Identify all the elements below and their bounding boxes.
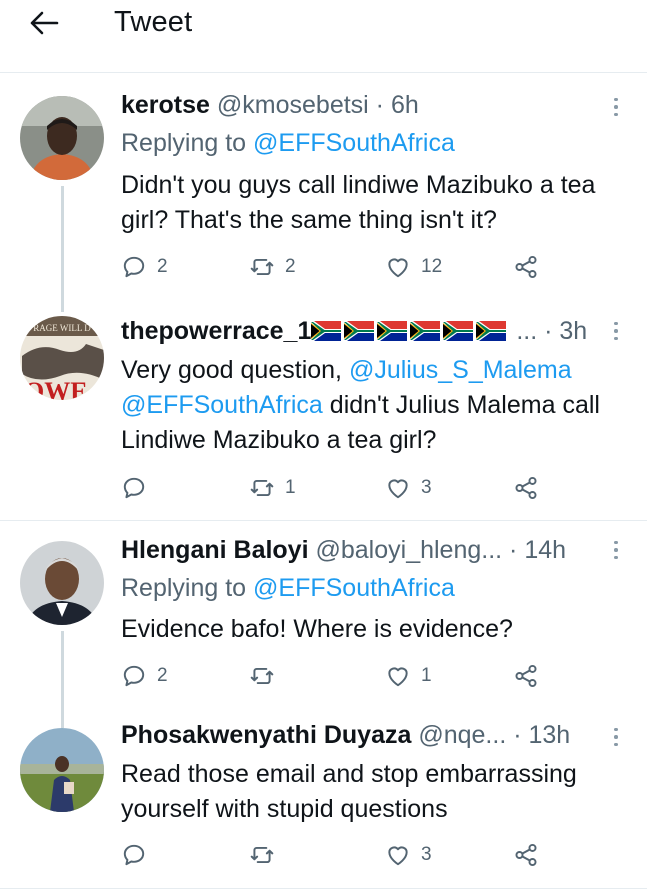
reply-icon [123, 665, 145, 687]
reply-button[interactable]: 2 [121, 661, 168, 691]
mention-link[interactable]: @EFFSouthAfrica [121, 391, 323, 419]
replying-to: Replying to @EFFSouthAfrica [121, 129, 455, 157]
tweet-actions: 1 3 [121, 473, 561, 503]
user-name[interactable]: Hlengani Baloyi [121, 536, 309, 564]
reply-count: 2 [157, 256, 168, 277]
tweet-actions: 3 [121, 840, 561, 870]
user-name[interactable]: thepowerrace_1 [121, 317, 311, 345]
tweet-text: Read those email and stop embarrassing y… [121, 760, 577, 823]
heart-icon [388, 479, 408, 499]
reply-icon [123, 477, 145, 499]
avatar[interactable]: RAGE WILL D OWE [20, 316, 104, 400]
share-icon [515, 255, 537, 279]
like-count: 12 [421, 256, 443, 277]
svg-text:RAGE WILL D: RAGE WILL D [33, 323, 91, 333]
avatar[interactable] [20, 541, 104, 625]
heart-icon [388, 846, 408, 866]
divider [0, 888, 647, 889]
tweet-meta: Hlengani Baloyi @baloyi_hleng... · 14h [121, 536, 567, 564]
share-button[interactable] [513, 661, 539, 691]
south-africa-flag-icon [476, 321, 507, 341]
south-africa-flag-icon [410, 321, 441, 341]
like-count: 1 [421, 665, 432, 686]
replying-to: Replying to @EFFSouthAfrica [121, 574, 455, 602]
thread-line [61, 712, 64, 728]
tweet-actions: 2 1 [121, 661, 561, 691]
mention-link[interactable]: @EFFSouthAfrica [253, 574, 455, 602]
divider [0, 520, 647, 521]
flag-emojis [311, 317, 509, 345]
reply-button[interactable]: 2 [121, 252, 168, 282]
south-africa-flag-icon [344, 321, 375, 341]
retweet-button[interactable] [249, 661, 285, 691]
mention-link[interactable]: @EFFSouthAfrica [253, 129, 455, 157]
reply-button[interactable] [121, 473, 157, 503]
share-button[interactable] [513, 252, 539, 282]
tweet-meta: thepowerrace_1 ... · 3h [121, 317, 588, 345]
heart-icon [388, 667, 408, 687]
south-africa-flag-icon [377, 321, 408, 341]
tweet-actions: 2 2 12 [121, 252, 561, 282]
mention-link[interactable]: @Julius_S_Malema [349, 356, 572, 384]
share-icon [515, 843, 537, 867]
share-icon [515, 476, 537, 500]
more-button[interactable] [606, 722, 626, 752]
thread-line [61, 186, 64, 312]
reply-button[interactable] [121, 840, 157, 870]
retweet-button[interactable]: 2 [249, 252, 296, 282]
like-button[interactable]: 12 [385, 252, 442, 282]
like-count: 3 [421, 844, 432, 865]
avatar[interactable] [20, 96, 104, 180]
retweet-count: 2 [285, 256, 296, 277]
user-handle[interactable]: @kmosebetsi [217, 91, 369, 119]
reply-icon [123, 844, 145, 866]
retweet-count: 1 [285, 477, 296, 498]
page-title: Tweet [114, 6, 193, 38]
user-handle[interactable]: @baloyi_hleng... [316, 536, 503, 564]
tweet-text: Didn't you guys call lindiwe Mazibuko a … [121, 171, 596, 234]
user-name[interactable]: Phosakwenyathi Duyaza [121, 721, 411, 749]
retweet-button[interactable] [249, 840, 285, 870]
retweet-icon [250, 479, 274, 497]
user-handle[interactable]: @nqe... [418, 721, 506, 749]
header: Tweet [0, 0, 647, 48]
reply-icon [123, 256, 145, 278]
user-handle[interactable]: ... [516, 317, 537, 345]
reply-count: 2 [157, 665, 168, 686]
timestamp[interactable]: 14h [524, 536, 566, 564]
tweet-meta: Phosakwenyathi Duyaza @nqe... · 13h [121, 721, 571, 749]
tweet-text: Evidence bafo! Where is evidence? [121, 615, 513, 643]
retweet-icon [250, 667, 274, 685]
user-name[interactable]: kerotse [121, 91, 210, 119]
more-button[interactable] [606, 535, 626, 565]
back-button[interactable] [28, 8, 60, 38]
like-count: 3 [421, 477, 432, 498]
timestamp[interactable]: 13h [529, 721, 571, 749]
timestamp[interactable]: 6h [391, 91, 419, 119]
svg-text:OWE: OWE [24, 377, 88, 400]
tweet-meta: kerotse @kmosebetsi · 6h [121, 91, 419, 119]
heart-icon [388, 258, 408, 278]
timestamp[interactable]: 3h [559, 317, 587, 345]
tweet-text: Very good question, @Julius_S_Malema @EFF… [121, 356, 600, 454]
share-button[interactable] [513, 840, 539, 870]
share-button[interactable] [513, 473, 539, 503]
more-button[interactable] [606, 316, 626, 346]
more-button[interactable] [606, 92, 626, 122]
south-africa-flag-icon [311, 321, 342, 341]
avatar[interactable] [20, 728, 104, 812]
retweet-icon [250, 846, 274, 864]
like-button[interactable]: 3 [385, 840, 432, 870]
like-button[interactable]: 3 [385, 473, 432, 503]
retweet-icon [250, 258, 274, 276]
arrow-left-icon [30, 11, 59, 35]
like-button[interactable]: 1 [385, 661, 432, 691]
retweet-button[interactable]: 1 [249, 473, 296, 503]
share-icon [515, 664, 537, 688]
south-africa-flag-icon [443, 321, 474, 341]
divider [0, 72, 647, 73]
